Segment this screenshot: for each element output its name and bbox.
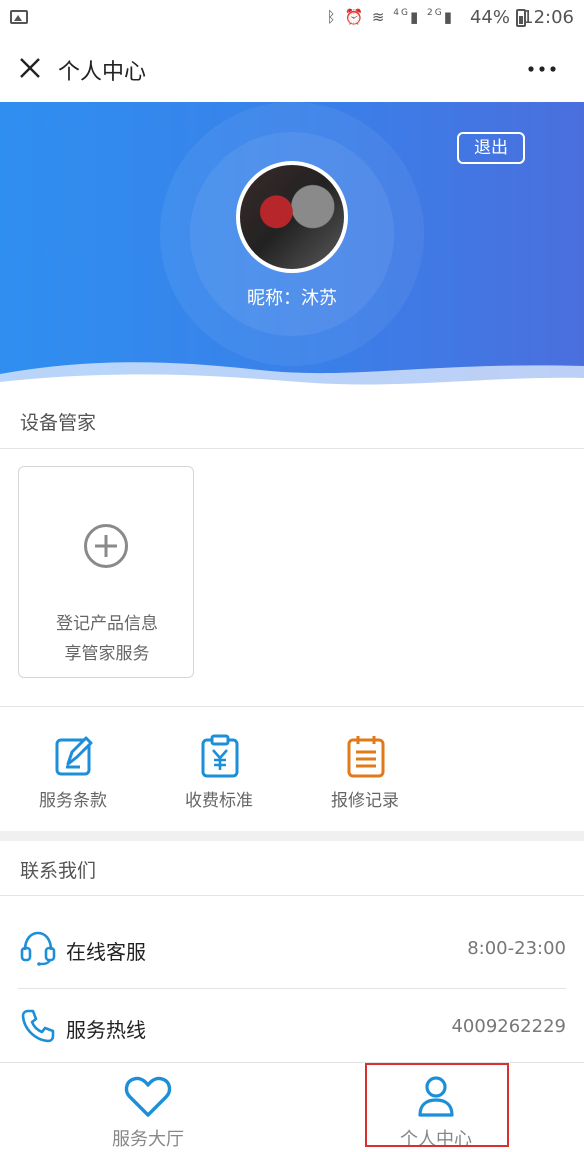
- service-hotline-row[interactable]: 服务热线 4009262229: [0, 996, 584, 1056]
- hotline-number[interactable]: 4009262229: [451, 1016, 566, 1037]
- add-circle-icon: [84, 524, 128, 568]
- divider: [0, 706, 584, 707]
- repair-record-icon: [347, 736, 385, 778]
- register-card-line1: 登记产品信息: [56, 614, 158, 634]
- title-bar: 个人中心: [0, 36, 584, 102]
- device-manager-title: 设备管家: [20, 412, 97, 434]
- nickname: 昵称：沐苏: [247, 288, 337, 309]
- wifi-icon: ≋: [371, 8, 387, 26]
- divider: [0, 895, 584, 896]
- banner-wave: [0, 362, 584, 392]
- register-card-line2: 享管家服务: [64, 644, 150, 664]
- alarm-icon: ⏰: [344, 8, 366, 26]
- phone-icon: [21, 1009, 55, 1043]
- status-time: 12:06: [522, 7, 574, 28]
- highlight-box: [365, 1063, 509, 1147]
- edit-document-icon: [55, 736, 93, 776]
- repair-record-button[interactable]: 报修记录: [310, 734, 420, 814]
- online-service-label: 在线客服: [66, 940, 146, 964]
- hotline-label: 服务热线: [66, 1018, 146, 1042]
- bottom-navigation: 服务大厅 个人中心: [0, 1062, 584, 1152]
- service-terms-button[interactable]: 服务条款: [18, 734, 128, 814]
- signal-2g-icon: 2G: [427, 8, 444, 18]
- yuan-clipboard-icon: [201, 734, 239, 778]
- section-separator: [0, 831, 584, 841]
- fee-standard-label: 收费标准: [185, 791, 253, 811]
- service-terms-label: 服务条款: [39, 791, 107, 811]
- close-icon[interactable]: [18, 56, 42, 80]
- signal-bars-icon: ▮: [443, 8, 454, 26]
- contact-us-title: 联系我们: [20, 860, 97, 882]
- signal-4g-icon: 4G: [393, 8, 410, 18]
- fee-standard-button[interactable]: 收费标准: [164, 734, 274, 814]
- register-product-card[interactable]: 登记产品信息 享管家服务: [18, 466, 194, 678]
- status-icons: ᛒ ⏰ ≋ 4G▮ 2G▮: [327, 8, 454, 26]
- avatar[interactable]: [236, 161, 348, 273]
- repair-record-label: 报修记录: [331, 791, 399, 811]
- profile-banner: 退出 昵称：沐苏: [0, 102, 584, 392]
- battery-percent: 44%: [469, 7, 510, 28]
- image-notification-icon: [10, 10, 28, 24]
- signal-bars-icon: ▮: [409, 8, 421, 26]
- heart-icon: [124, 1076, 172, 1117]
- divider: [18, 988, 566, 989]
- headset-icon: [20, 931, 56, 966]
- online-service-hours: 8:00-23:00: [467, 938, 566, 959]
- logout-button[interactable]: 退出: [457, 132, 525, 164]
- divider: [0, 448, 584, 449]
- page-title: 个人中心: [58, 60, 147, 85]
- status-bar: ᛒ ⏰ ≋ 4G▮ 2G▮ 44% 12:06: [0, 0, 584, 36]
- bluetooth-icon: ᛒ: [326, 8, 338, 26]
- nav-service-hall[interactable]: 服务大厅: [98, 1063, 198, 1151]
- nav-service-hall-label: 服务大厅: [112, 1129, 184, 1150]
- online-service-row[interactable]: 在线客服 8:00-23:00: [0, 920, 584, 980]
- more-options-icon[interactable]: [528, 66, 556, 72]
